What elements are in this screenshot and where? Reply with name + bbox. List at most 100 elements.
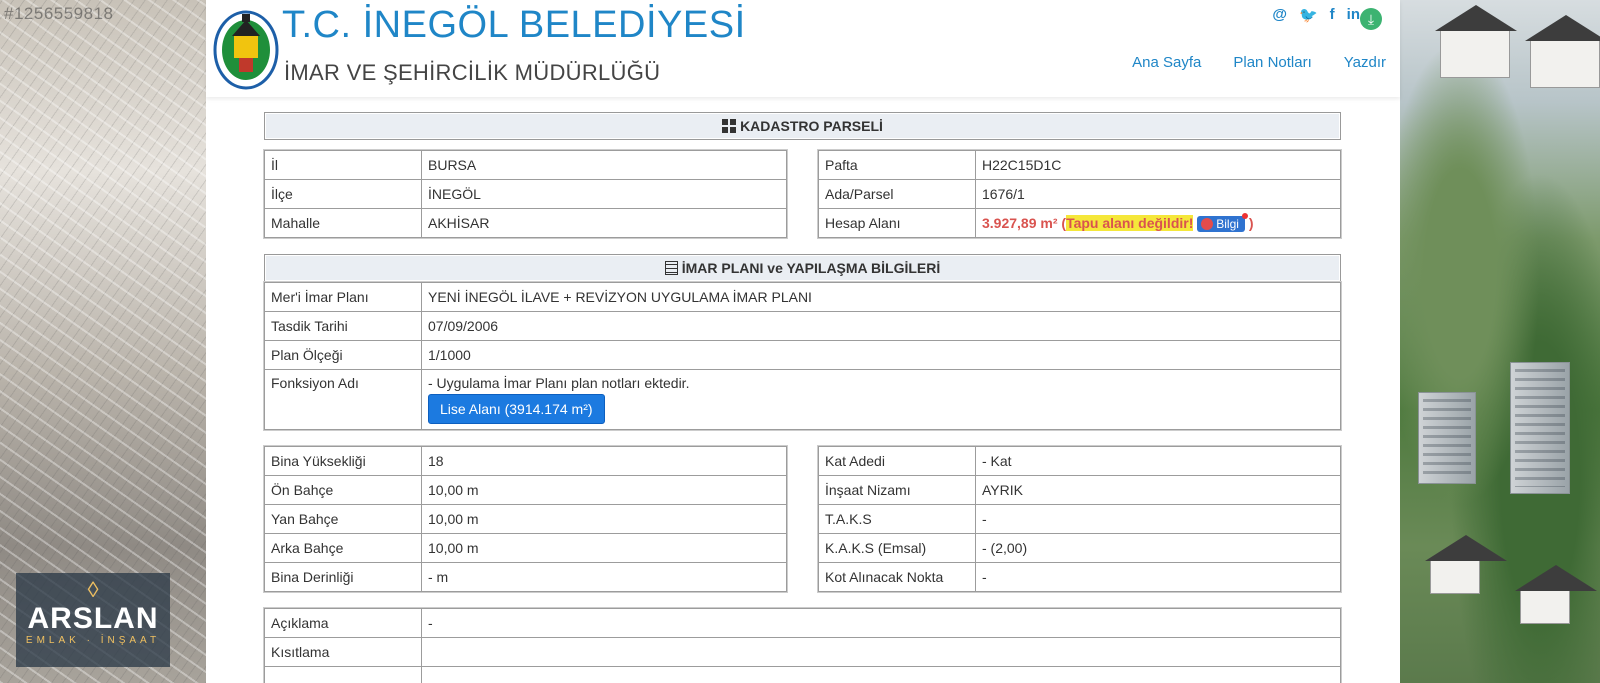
field-value: 07/09/2006 bbox=[421, 311, 1341, 341]
table-row: Bina Yüksekliği 18 bbox=[264, 446, 787, 476]
site-header: T.C. İNEGÖL BELEDİYESİ İMAR VE ŞEHİRCİLİ… bbox=[206, 0, 1400, 97]
section-title: İMAR PLANI ve YAPILAŞMA BİLGİLERİ bbox=[681, 260, 941, 276]
table-row: Kısıtlama bbox=[264, 637, 1341, 667]
nav-home-link[interactable]: Ana Sayfa bbox=[1132, 54, 1201, 71]
municipality-seal-icon bbox=[213, 10, 279, 90]
left-background-image: #1256559818 ◊ ARSLAN EMLAK · İNŞAAT bbox=[0, 0, 206, 683]
table-row: Ada/Parsel 1676/1 bbox=[818, 179, 1341, 209]
field-label: Açıklama bbox=[264, 608, 422, 638]
field-label: Kot Alınacak Nokta bbox=[818, 562, 976, 592]
hesap-alani-value: 3.927,89 m² (Tapu alanı değildir! Bilgi … bbox=[975, 208, 1341, 238]
table-row: Pafta H22C15D1C bbox=[818, 150, 1341, 180]
field-label: K.A.K.S (Emsal) bbox=[818, 533, 976, 563]
right-background-image bbox=[1400, 0, 1600, 683]
field-value bbox=[421, 666, 1341, 683]
field-label: İnşaat Nizamı bbox=[818, 475, 976, 505]
table-row: Yan Bahçe 10,00 m bbox=[264, 504, 787, 534]
field-value: 10,00 m bbox=[421, 504, 787, 534]
table-row: T.A.K.S - bbox=[818, 504, 1341, 534]
field-value: - bbox=[975, 504, 1341, 534]
field-label bbox=[264, 666, 422, 683]
arslan-flame-icon: ◊ bbox=[87, 577, 99, 602]
area-value: 3.927,89 m² bbox=[982, 214, 1058, 231]
field-label: Ön Bahçe bbox=[264, 475, 422, 505]
social-links: @ 🐦 f in bbox=[1272, 6, 1360, 24]
imar-table: Mer'i İmar Planı YENİ İNEGÖL İLAVE + REVİ… bbox=[264, 282, 1341, 430]
field-value: - Kat bbox=[975, 446, 1341, 476]
field-value: 18 bbox=[421, 446, 787, 476]
lise-alani-button[interactable]: Lise Alanı (3914.174 m²) bbox=[428, 394, 605, 424]
facebook-icon[interactable]: f bbox=[1330, 6, 1335, 24]
field-label: Ada/Parsel bbox=[818, 179, 976, 209]
info-icon bbox=[1201, 218, 1214, 231]
table-row: Tasdik Tarihi 07/09/2006 bbox=[264, 311, 1341, 341]
kadastro-tables: İl BURSA İlçe İNEGÖL Mahalle AKHİSAR Pafta H… bbox=[264, 150, 1341, 238]
download-icon[interactable]: ⤓ bbox=[1360, 8, 1382, 30]
field-value: - (2,00) bbox=[975, 533, 1341, 563]
yapilasma-right-table: Kat Adedi - Kat İnşaat Nizamı AYRIK T.A.K.… bbox=[818, 446, 1341, 592]
field-label: Plan Ölçeği bbox=[264, 340, 422, 370]
table-row: İlçe İNEGÖL bbox=[264, 179, 787, 209]
nav-print-link[interactable]: Yazdır bbox=[1344, 54, 1386, 71]
notification-dot bbox=[1241, 212, 1248, 219]
field-label: Kat Adedi bbox=[818, 446, 976, 476]
field-label: İlçe bbox=[264, 179, 422, 209]
field-label: Bina Derinliği bbox=[264, 562, 422, 592]
table-row bbox=[264, 666, 1341, 683]
table-row: Fonksiyon Adı - Uygulama İmar Planı plan… bbox=[264, 369, 1341, 430]
linkedin-icon[interactable]: in bbox=[1347, 6, 1360, 24]
page-title: T.C. İNEGÖL BELEDİYESİ bbox=[282, 4, 746, 46]
field-value: AKHİSAR bbox=[421, 208, 787, 238]
field-value: - bbox=[421, 608, 1341, 638]
parcel-report: KADASTRO PARSELİ İl BURSA İlçe İNEGÖL Maha… bbox=[264, 112, 1341, 683]
imar-section-header: İMAR PLANI ve YAPILAŞMA BİLGİLERİ bbox=[264, 254, 1341, 282]
field-value: 1/1000 bbox=[421, 340, 1341, 370]
bilgi-button[interactable]: Bilgi bbox=[1197, 212, 1248, 232]
field-label: Bina Yüksekliği bbox=[264, 446, 422, 476]
house-illustration bbox=[1435, 5, 1517, 78]
fonksiyon-value: - Uygulama İmar Planı plan notları ekted… bbox=[421, 369, 1341, 430]
table-row: Kat Adedi - Kat bbox=[818, 446, 1341, 476]
field-label: Kısıtlama bbox=[264, 637, 422, 667]
nav-plan-notes-link[interactable]: Plan Notları bbox=[1233, 54, 1311, 71]
list-icon bbox=[664, 261, 678, 275]
field-value: H22C15D1C bbox=[975, 150, 1341, 180]
kadastro-left-table: İl BURSA İlçe İNEGÖL Mahalle AKHİSAR bbox=[264, 150, 787, 238]
field-value: - m bbox=[421, 562, 787, 592]
building-illustration bbox=[1418, 392, 1476, 484]
field-label: Fonksiyon Adı bbox=[264, 369, 422, 430]
field-label: Mahalle bbox=[264, 208, 422, 238]
table-row: Ön Bahçe 10,00 m bbox=[264, 475, 787, 505]
field-label: Mer'i İmar Planı bbox=[264, 282, 422, 312]
house-illustration bbox=[1515, 565, 1597, 624]
listing-id-watermark: #1256559818 bbox=[4, 4, 114, 23]
section-title: KADASTRO PARSELİ bbox=[740, 118, 883, 134]
table-row: Kot Alınacak Nokta - bbox=[818, 562, 1341, 592]
kadastro-section-header: KADASTRO PARSELİ bbox=[264, 112, 1341, 140]
aciklama-table: Açıklama - Kısıtlama bbox=[264, 608, 1341, 683]
table-row: İnşaat Nizamı AYRIK bbox=[818, 475, 1341, 505]
main-page: T.C. İNEGÖL BELEDİYESİ İMAR VE ŞEHİRCİLİ… bbox=[206, 0, 1400, 683]
field-label: Tasdik Tarihi bbox=[264, 311, 422, 341]
field-value: İNEGÖL bbox=[421, 179, 787, 209]
twitter-icon[interactable]: 🐦 bbox=[1299, 6, 1318, 24]
at-icon[interactable]: @ bbox=[1272, 6, 1287, 24]
field-value: - bbox=[975, 562, 1341, 592]
table-row: İl BURSA bbox=[264, 150, 787, 180]
table-row: Mahalle AKHİSAR bbox=[264, 208, 787, 238]
table-row: Plan Ölçeği 1/1000 bbox=[264, 340, 1341, 370]
brand-name: ARSLAN bbox=[27, 602, 159, 635]
brand-tagline: EMLAK · İNŞAAT bbox=[25, 635, 161, 646]
arslan-logo: ◊ ARSLAN EMLAK · İNŞAAT bbox=[16, 573, 170, 667]
field-value: 1676/1 bbox=[975, 179, 1341, 209]
field-value: YENİ İNEGÖL İLAVE + REVİZYON UYGULAMA İM… bbox=[421, 282, 1341, 312]
bilgi-label: Bilgi bbox=[1216, 216, 1239, 231]
house-illustration bbox=[1525, 15, 1600, 88]
paren: ) bbox=[1248, 214, 1254, 231]
table-row: Mer'i İmar Planı YENİ İNEGÖL İLAVE + REVİ… bbox=[264, 282, 1341, 312]
field-value: AYRIK bbox=[975, 475, 1341, 505]
field-label: Arka Bahçe bbox=[264, 533, 422, 563]
building-illustration bbox=[1510, 362, 1570, 494]
field-value: 10,00 m bbox=[421, 533, 787, 563]
kadastro-right-table: Pafta H22C15D1C Ada/Parsel 1676/1 Hesap Al… bbox=[818, 150, 1341, 238]
